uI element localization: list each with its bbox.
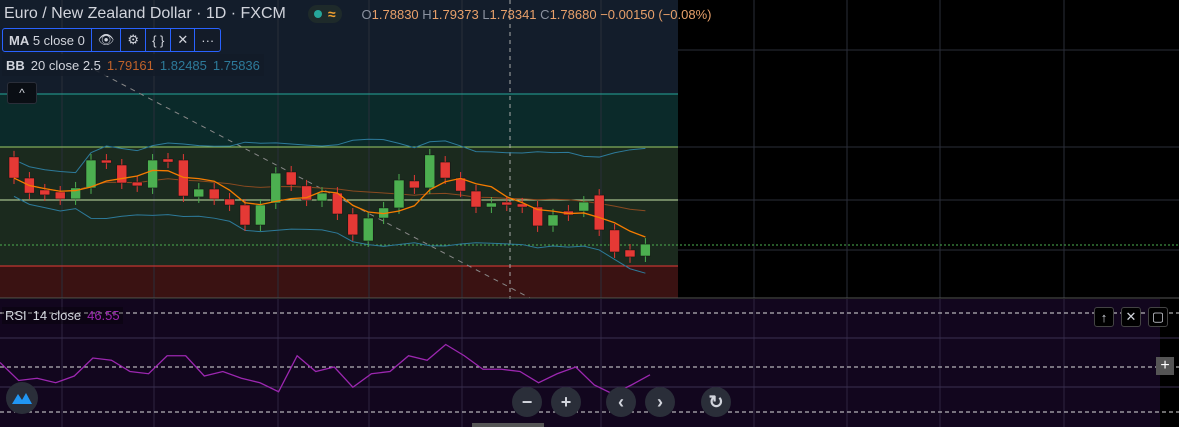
scroll-left-button[interactable]: ‹ bbox=[606, 387, 636, 417]
candle bbox=[501, 201, 513, 206]
change-value: −0.00150 (−0.08%) bbox=[600, 6, 712, 22]
candle bbox=[593, 194, 605, 231]
source-code-icon[interactable]: { } bbox=[146, 29, 172, 51]
ma-label[interactable]: MA 5 close 0 bbox=[3, 29, 92, 51]
close-icon[interactable]: ✕ bbox=[171, 29, 196, 51]
candle bbox=[285, 171, 297, 186]
candle bbox=[439, 161, 451, 179]
candle bbox=[162, 158, 174, 163]
zoom-in-button[interactable]: + bbox=[551, 387, 581, 417]
move-pane-up-button[interactable]: ↑ bbox=[1094, 307, 1114, 327]
delay-icon: ≈ bbox=[327, 6, 336, 22]
candle bbox=[85, 159, 97, 189]
candle bbox=[486, 202, 497, 208]
candle bbox=[362, 217, 374, 242]
symbol-title[interactable]: Euro / New Zealand Dollar · 1D · FXCM bbox=[4, 5, 286, 23]
bb-lower-value: 1.75836 bbox=[212, 57, 260, 73]
close-pane-button[interactable]: ✕ bbox=[1121, 307, 1141, 327]
zoom-out-button[interactable]: − bbox=[512, 387, 542, 417]
candle bbox=[39, 189, 51, 196]
candle bbox=[193, 188, 205, 198]
candle bbox=[640, 243, 651, 257]
eye-icon[interactable]: 👁 bbox=[92, 29, 122, 51]
open-value: 1.78830 bbox=[371, 6, 419, 22]
candle bbox=[624, 249, 636, 258]
candle bbox=[224, 198, 235, 206]
scroll-right-button[interactable]: › bbox=[645, 387, 675, 417]
rsi-pane-bg bbox=[0, 299, 1160, 427]
more-icon[interactable]: ··· bbox=[195, 29, 220, 51]
symbol-header: Euro / New Zealand Dollar · 1D · FXCM ≈ … bbox=[4, 3, 712, 25]
bb-upper-value: 1.82485 bbox=[159, 57, 207, 73]
status-dot-icon bbox=[313, 10, 322, 18]
ohlc-values: O1.78830 H1.79373 L1.78341 C1.78680 −0.0… bbox=[361, 6, 712, 22]
low-value: 1.78341 bbox=[489, 6, 537, 22]
close-value: 1.78680 bbox=[549, 6, 597, 22]
reset-chart-button[interactable]: ↻ bbox=[701, 387, 731, 417]
candle bbox=[116, 164, 128, 184]
candle bbox=[347, 213, 359, 236]
candle bbox=[270, 172, 282, 204]
bb-basis-value: 1.79161 bbox=[106, 57, 154, 73]
candle bbox=[316, 192, 328, 202]
candle bbox=[609, 229, 620, 253]
high-value: 1.79373 bbox=[431, 6, 479, 22]
gear-icon[interactable]: ⚙ bbox=[121, 29, 147, 51]
scrollbar[interactable] bbox=[472, 423, 544, 427]
candle bbox=[54, 191, 66, 200]
candle bbox=[578, 201, 590, 212]
maximize-pane-button[interactable]: ▢ bbox=[1148, 307, 1168, 327]
zone-teal bbox=[0, 94, 678, 147]
collapse-legend-button[interactable]: ^ bbox=[7, 82, 37, 104]
candle bbox=[547, 214, 559, 227]
rsi-legend[interactable]: RSI 14 close 46.55 bbox=[2, 307, 123, 324]
candle bbox=[255, 204, 266, 226]
candle bbox=[409, 180, 420, 189]
bb-indicator-legend[interactable]: BB 20 close 2.5 1.79161 1.82485 1.75836 bbox=[2, 54, 264, 76]
rsi-value: 46.55 bbox=[87, 308, 120, 323]
tradingview-logo-icon[interactable] bbox=[6, 382, 38, 414]
candle bbox=[101, 159, 112, 164]
market-status[interactable]: ≈ bbox=[307, 5, 342, 23]
candle bbox=[8, 156, 20, 179]
candle bbox=[424, 154, 436, 189]
zone-red bbox=[0, 266, 678, 298]
add-plus-button[interactable]: + bbox=[1156, 357, 1174, 375]
candle bbox=[208, 188, 220, 200]
candle bbox=[239, 204, 251, 226]
candle bbox=[131, 181, 143, 187]
candle bbox=[393, 179, 405, 209]
candle bbox=[147, 159, 158, 189]
candle bbox=[470, 190, 482, 208]
ma-indicator-legend[interactable]: MA 5 close 0 👁 ⚙ { } ✕ ··· bbox=[2, 28, 222, 52]
